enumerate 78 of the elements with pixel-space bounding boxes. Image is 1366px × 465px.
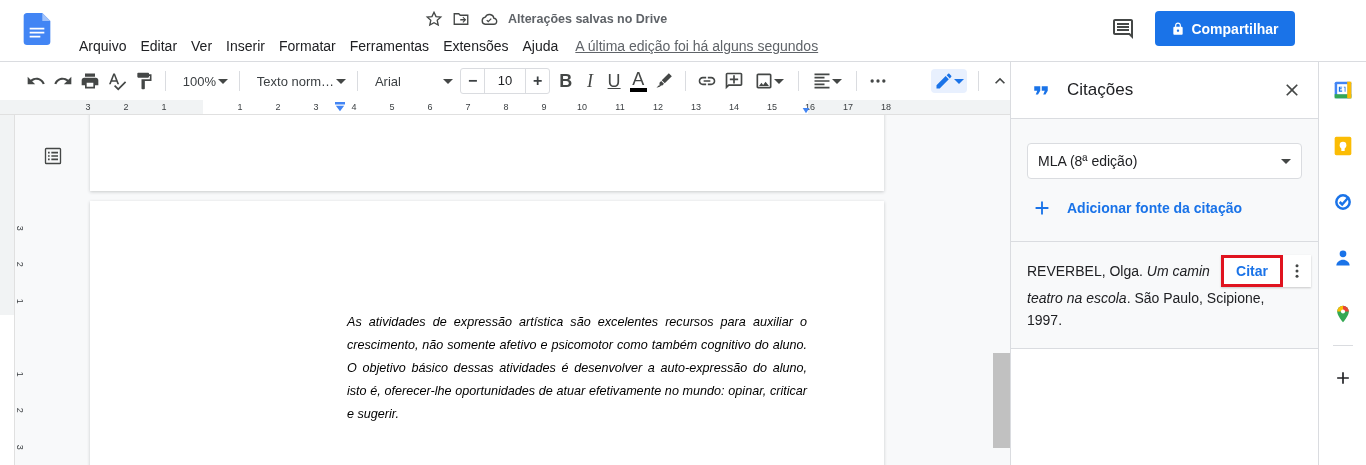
- last-edit-link[interactable]: A última edição foi há alguns segundos: [575, 38, 819, 54]
- menu-item[interactable]: Editar: [133, 38, 185, 54]
- ruler-number: 2: [14, 262, 26, 268]
- comment-icon[interactable]: [1111, 17, 1135, 41]
- text-color-button[interactable]: A: [629, 70, 647, 92]
- spellcheck-icon[interactable]: [107, 71, 127, 91]
- ruler-number: 2: [122, 101, 130, 114]
- caret-icon: [773, 78, 784, 84]
- ruler-number: 6: [426, 101, 434, 114]
- editing-mode-button[interactable]: [931, 69, 968, 93]
- add-source-button[interactable]: Adicionar fonte da citação: [1027, 191, 1247, 225]
- menu-item[interactable]: Arquivo: [72, 38, 134, 54]
- style-dropdown[interactable]: Texto norm…: [250, 73, 347, 89]
- ruler-number: 9: [540, 101, 548, 114]
- font-name[interactable]: Arial: [374, 73, 442, 89]
- folder-icon[interactable]: [452, 10, 470, 28]
- ruler-number: 12: [653, 101, 663, 114]
- paint-roller-icon[interactable]: [134, 71, 154, 91]
- panel-title: Citações: [1067, 80, 1135, 100]
- indent-marker-icon[interactable]: [333, 102, 347, 112]
- ruler-number: 1: [160, 101, 168, 114]
- calendar-icon[interactable]: [1332, 80, 1353, 100]
- ruler-number: 1: [14, 298, 26, 304]
- ruler-number: 1: [14, 371, 26, 377]
- caret-icon: [218, 78, 229, 84]
- increase-font-button[interactable]: +: [526, 69, 550, 93]
- caret-icon: [336, 78, 347, 84]
- menu-item[interactable]: Inserir: [219, 38, 272, 54]
- ruler-number: 17: [843, 101, 853, 114]
- add-comment-icon[interactable]: [723, 71, 744, 91]
- ruler-number: 3: [84, 101, 92, 114]
- scrollbar-thumb[interactable]: [993, 353, 1010, 448]
- ruler-number: 2: [14, 407, 26, 413]
- menu-item[interactable]: Ajuda: [515, 38, 566, 54]
- underline-button[interactable]: U: [605, 69, 623, 93]
- share-button[interactable]: Compartilhar: [1155, 11, 1295, 46]
- ruler-number: 4: [350, 101, 358, 114]
- ruler-number: 3: [312, 101, 320, 114]
- document-paragraph: As atividades de expressão artística são excelentes recursos para auxiliar o crescimento, não somente afetivo e psicomotor como também cognitivo do aluno. O objetivo básico dessas atividades é desenvolver a auto-expressão do aluno, isto é, oferecer-lhe oportunidades de atuar efetivamente no mundo: opinar, criticar e sugerir.: [347, 314, 807, 423]
- outline-icon[interactable]: [42, 146, 63, 166]
- ruler-number: 8: [502, 101, 510, 114]
- menu-item[interactable]: Extensões: [436, 38, 516, 54]
- ruler-number: 13: [691, 101, 701, 114]
- save-status: Alterações salvas no Drive: [508, 12, 668, 26]
- zoom-dropdown[interactable]: 100%: [176, 73, 229, 89]
- star-icon[interactable]: [425, 10, 443, 28]
- ruler-number: 10: [577, 101, 587, 114]
- menu-item[interactable]: Ver: [184, 38, 220, 54]
- italic-button[interactable]: I: [581, 69, 599, 93]
- citation-text: teatro na escola. São Paulo, Scipione,: [1027, 289, 1266, 308]
- ruler-number: 7: [464, 101, 472, 114]
- align-left-icon: [812, 71, 833, 91]
- cite-button[interactable]: Citar: [1221, 255, 1283, 287]
- print-icon[interactable]: [80, 71, 100, 91]
- citation-style-select[interactable]: MLA (8ª edição): [1027, 143, 1302, 179]
- menu-item[interactable]: Ferramentas: [342, 38, 437, 54]
- ruler-number: 2: [274, 101, 282, 114]
- caret-icon: [954, 78, 965, 84]
- check-circle-icon[interactable]: [1332, 192, 1353, 212]
- caret-icon: [1281, 158, 1291, 164]
- menu-item[interactable]: Formatar: [271, 38, 343, 54]
- ruler-number: 18: [881, 101, 891, 114]
- ruler-number: 3: [14, 444, 26, 450]
- caret-icon: [832, 78, 843, 84]
- caret-icon: [443, 78, 454, 84]
- citation-text: 1997.: [1027, 311, 1064, 330]
- decrease-font-button[interactable]: −: [461, 69, 485, 93]
- ruler-number: 5: [388, 101, 396, 114]
- font-size-field[interactable]: 10: [484, 69, 527, 93]
- ruler-number: 15: [767, 101, 777, 114]
- ruler-number: 3: [14, 225, 26, 231]
- ruler-number: 14: [729, 101, 739, 114]
- citation-text: REVERBEL, Olga. Um camin: [1027, 262, 1210, 281]
- docs-logo-icon[interactable]: [23, 11, 51, 47]
- ruler-number: 1: [236, 101, 244, 114]
- ruler-number: 11: [615, 101, 625, 114]
- bold-button[interactable]: B: [557, 69, 575, 93]
- lock-icon: [1171, 21, 1186, 36]
